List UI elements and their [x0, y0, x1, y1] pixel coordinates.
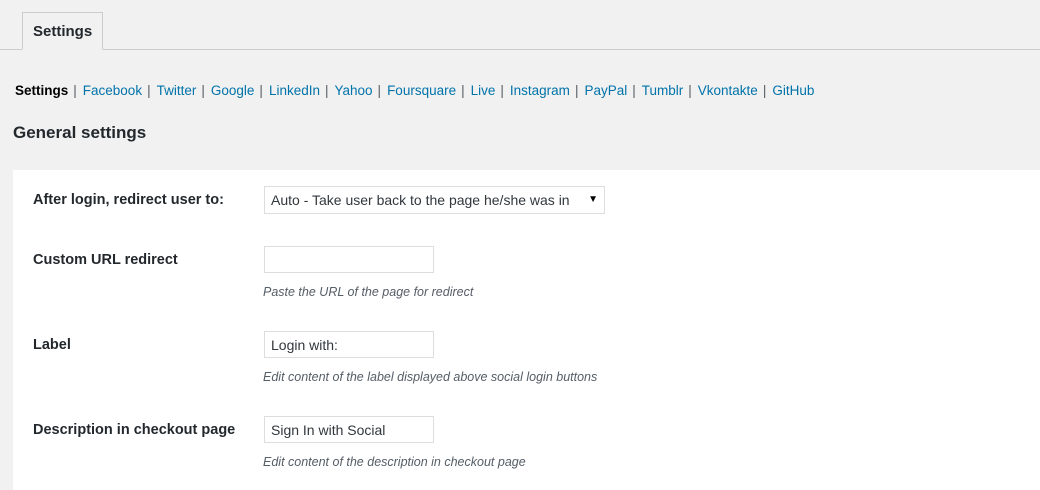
subnav-separator: |	[73, 83, 77, 98]
subnav-item-settings[interactable]: Settings	[15, 83, 68, 98]
custom-url-label: Custom URL redirect	[33, 252, 178, 268]
subnav-separator: |	[574, 83, 579, 98]
checkout-description-help: Edit content of the description in check…	[263, 455, 526, 469]
custom-url-help: Paste the URL of the page for redirect	[263, 285, 474, 299]
subnav-link-twitter[interactable]: Twitter	[157, 83, 197, 98]
subnav-separator: |	[632, 83, 636, 98]
settings-subnav: Settings | Facebook | Twitter | Google | LinkedI…	[15, 82, 814, 100]
section-title: General settings	[13, 123, 147, 142]
subnav-separator: |	[762, 83, 767, 98]
subnav-link-github[interactable]: GitHub	[772, 83, 814, 98]
login-label-help: Edit content of the label displayed abov…	[263, 370, 598, 384]
subnav-link-paypal[interactable]: PayPal	[584, 83, 627, 98]
subnav-link-vkontakte[interactable]: Vkontakte	[698, 83, 758, 98]
login-label-label: Label	[33, 337, 71, 353]
subnav-separator: |	[147, 83, 151, 98]
checkout-description-label: Description in checkout page	[33, 422, 236, 438]
subnav-separator: |	[259, 83, 263, 98]
subnav-link-google[interactable]: Google	[211, 83, 255, 98]
subnav-link-linkedin[interactable]: LinkedIn	[269, 83, 320, 98]
subnav-separator: |	[688, 83, 692, 98]
tab-bar: Settings	[0, 0, 1040, 50]
subnav-separator: |	[324, 83, 329, 98]
subnav-link-foursquare[interactable]: Foursquare	[387, 83, 456, 98]
subnav-link-live[interactable]: Live	[471, 83, 496, 98]
redirect-select-value: Auto - Take user back to the page he/she…	[271, 192, 570, 208]
subnav-separator: |	[461, 83, 465, 98]
subnav-link-facebook[interactable]: Facebook	[83, 83, 142, 98]
tab-settings[interactable]: Settings	[22, 12, 104, 50]
checkout-description-input[interactable]	[264, 416, 434, 443]
custom-url-input[interactable]	[264, 246, 434, 273]
subnav-separator: |	[500, 83, 504, 98]
subnav-link-instagram[interactable]: Instagram	[510, 83, 570, 98]
redirect-label: After login, redirect user to:	[33, 192, 224, 208]
subnav-link-yahoo[interactable]: Yahoo	[335, 83, 373, 98]
redirect-select[interactable]: Auto - Take user back to the page he/she…	[264, 186, 605, 214]
settings-form-panel: After login, redirect user to: Auto - Ta…	[13, 170, 1040, 490]
subnav-separator: |	[201, 83, 205, 98]
subnav-link-tumblr[interactable]: Tumblr	[642, 83, 684, 98]
chevron-down-icon: ▼	[588, 194, 598, 205]
login-label-input[interactable]	[264, 331, 434, 358]
subnav-separator: |	[377, 83, 382, 98]
